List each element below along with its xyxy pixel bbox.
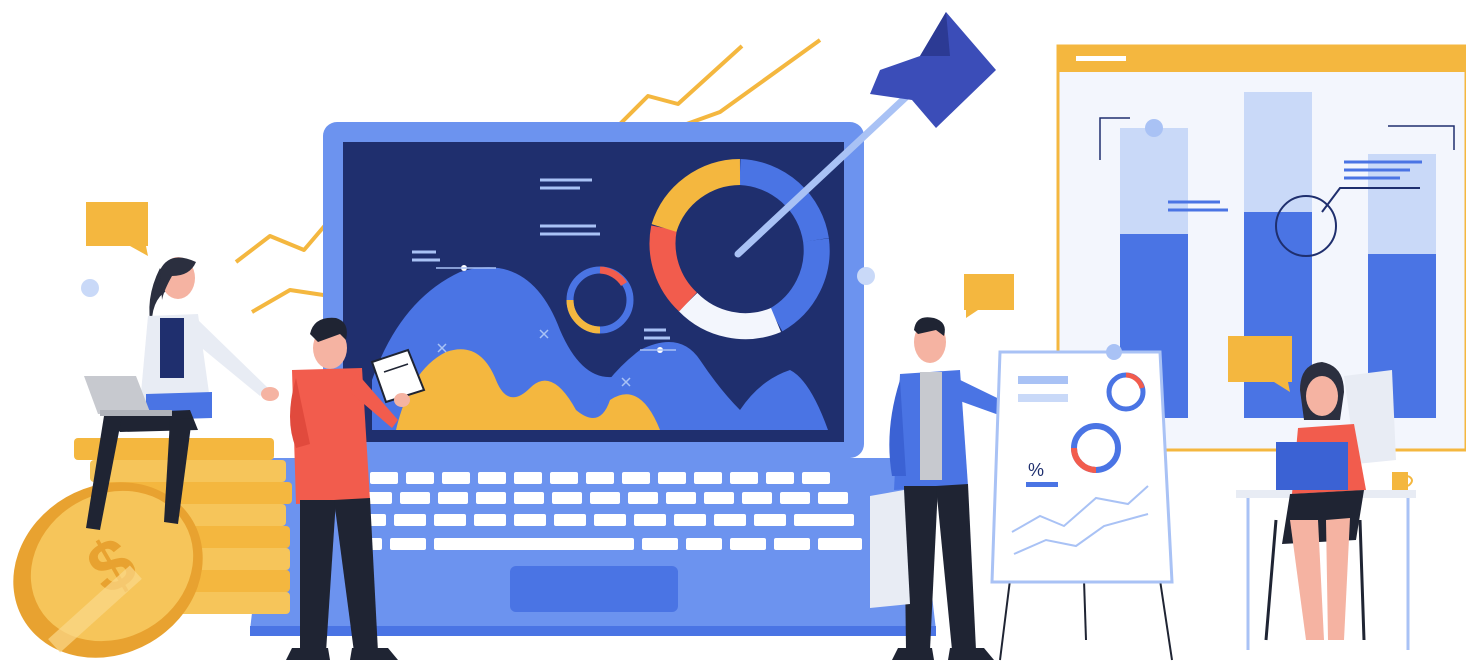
speech-bubble-icon xyxy=(964,274,1014,318)
board-dot xyxy=(1145,119,1163,137)
desk-laptop xyxy=(1276,442,1348,490)
decor-dot xyxy=(857,267,875,285)
business-analytics-illustration: $ % xyxy=(13,12,1466,661)
laptop-trackpad xyxy=(510,566,678,612)
decor-dot xyxy=(81,279,99,297)
speech-bubble-icon xyxy=(86,202,148,256)
percent-icon: % xyxy=(1028,460,1044,480)
board-header-line xyxy=(1076,56,1126,61)
flipchart: % xyxy=(990,344,1174,661)
coffee-cup-icon xyxy=(1392,472,1413,490)
